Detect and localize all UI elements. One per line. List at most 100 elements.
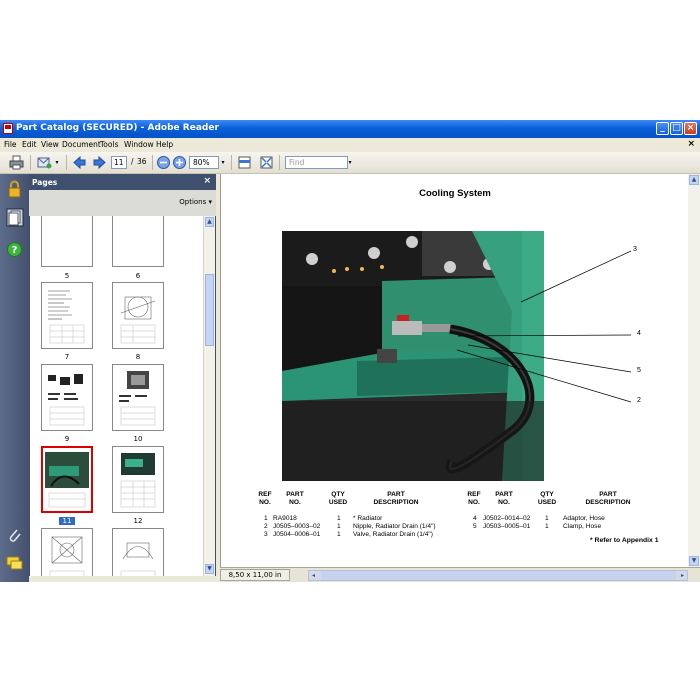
horizontal-scrollbar[interactable]: ◂ ▸ <box>308 570 688 581</box>
toolbar-separator <box>279 155 280 170</box>
page-thumbnail[interactable] <box>41 528 93 576</box>
row-ref: 1 <box>264 515 268 522</box>
page-thumbnail[interactable] <box>112 282 164 349</box>
fit-width-icon[interactable] <box>237 155 252 170</box>
chevron-down-icon[interactable]: ▾ <box>53 156 61 169</box>
thumbnail-content-14 <box>120 542 156 576</box>
zoom-level-input[interactable]: 80% <box>189 156 219 169</box>
row-ref: 2 <box>264 523 268 530</box>
page-thumbnail[interactable] <box>112 216 164 267</box>
toolbar: ▾ 11 / 36 80% ▾ Find ▾ <box>0 152 700 174</box>
next-page-icon[interactable] <box>92 155 107 170</box>
security-lock-icon[interactable] <box>5 180 24 199</box>
thumbnail-content-13 <box>49 536 85 576</box>
page-thumbnail[interactable] <box>41 282 93 349</box>
menu-file[interactable]: File <box>4 140 17 149</box>
print-icon[interactable] <box>9 155 24 170</box>
scroll-down-arrow-icon[interactable]: ▼ <box>689 556 699 566</box>
scroll-up-arrow-icon[interactable]: ▲ <box>205 217 214 227</box>
svg-text:?: ? <box>12 245 18 256</box>
toolbar-separator <box>231 155 232 170</box>
menu-help[interactable]: Help <box>156 140 173 149</box>
toolbar-separator <box>66 155 67 170</box>
options-menu-button[interactable]: Options ▾ <box>179 198 212 206</box>
adobe-reader-icon <box>3 123 13 134</box>
page-thumbnail[interactable] <box>112 364 164 431</box>
page-number-input[interactable]: 11 <box>111 156 127 169</box>
header-part-description: PART DESCRIPTION <box>585 491 631 506</box>
attachments-paperclip-icon[interactable] <box>5 526 24 545</box>
menu-edit[interactable]: Edit <box>22 140 37 149</box>
pages-options-bar: Options ▾ <box>29 190 216 216</box>
zoom-in-icon[interactable] <box>172 155 187 170</box>
thumbnail-label: 10 <box>133 435 143 443</box>
pages-panel: Pages × Options ▾ 5 6 7 8 9 10 11 12 ▲ ▼ <box>29 174 216 576</box>
row-description: * Radiator <box>353 515 383 522</box>
menu-document[interactable]: Document <box>62 140 101 149</box>
toolbar-separator <box>30 155 31 170</box>
find-input[interactable]: Find <box>285 156 348 169</box>
header-ref-no: REF NO. <box>467 491 481 506</box>
pages-panel-close-button[interactable]: × <box>203 176 211 186</box>
thumbnail-label: 8 <box>135 353 141 361</box>
row-part-no: RA9018 <box>273 515 297 522</box>
pages-panel-icon[interactable] <box>5 208 24 227</box>
thumbnails-scrollbar[interactable]: ▲ ▼ <box>203 216 215 576</box>
zoom-out-icon[interactable] <box>156 155 171 170</box>
row-qty: 1 <box>337 523 341 530</box>
thumbnail-content-12 <box>120 453 156 508</box>
header-qty-used: QTY USED <box>328 491 348 506</box>
scroll-up-arrow-icon[interactable]: ▲ <box>689 175 699 185</box>
document-scrollbar[interactable]: ▲ ▼ <box>688 174 700 567</box>
scroll-left-arrow-icon[interactable]: ◂ <box>309 571 318 580</box>
comments-icon[interactable] <box>5 554 24 573</box>
previous-page-icon[interactable] <box>72 155 87 170</box>
menu-view[interactable]: View <box>41 140 59 149</box>
maximize-button[interactable]: □ <box>670 122 683 135</box>
menu-tools[interactable]: Tools <box>100 140 118 149</box>
thumbnail-content-8 <box>120 296 156 344</box>
row-part-no: J0505–0003–02 <box>273 523 321 530</box>
thumbnail-content-11 <box>45 452 89 508</box>
scroll-right-arrow-icon[interactable]: ▸ <box>678 571 687 580</box>
row-description: Nipple, Radiator Drain (1/4") <box>353 523 436 530</box>
document-close-button[interactable]: × <box>687 139 695 149</box>
page-thumbnail[interactable] <box>112 528 164 576</box>
horizontal-scroll-thumb[interactable] <box>321 571 676 580</box>
row-qty: 1 <box>545 523 549 530</box>
fit-page-icon[interactable] <box>259 155 274 170</box>
chevron-down-icon[interactable]: ▾ <box>346 156 354 169</box>
row-description: Valve, Radiator Drain (1/4") <box>353 531 433 538</box>
pages-panel-title: Pages <box>32 178 58 187</box>
document-view: Cooling System 3 4 5 2 REF NO. PART NO. … <box>220 174 689 567</box>
email-document-icon[interactable] <box>37 155 52 170</box>
menu-bar: File Edit View Document Tools Window Hel… <box>0 138 700 152</box>
row-qty: 1 <box>337 515 341 522</box>
parts-table: REF NO. PART NO. QTY USED PART DESCRIPTI… <box>221 174 689 567</box>
thumbnails-scroll-thumb[interactable] <box>205 274 214 346</box>
row-qty: 1 <box>545 515 549 522</box>
header-part-no: PART NO. <box>286 491 304 506</box>
page-thumbnails-list: 5 6 7 8 9 10 11 12 <box>30 216 203 576</box>
close-button[interactable]: × <box>684 122 697 135</box>
thumbnail-content-9 <box>48 374 85 426</box>
row-ref: 3 <box>264 531 268 538</box>
scroll-down-arrow-icon[interactable]: ▼ <box>205 564 214 574</box>
page-thumbnail[interactable] <box>112 446 164 513</box>
appendix-footnote: * Refer to Appendix 1 <box>590 537 659 544</box>
header-ref-no: REF NO. <box>258 491 272 506</box>
chevron-down-icon[interactable]: ▾ <box>219 156 227 169</box>
row-part-no: J0504–0006–01 <box>273 531 321 538</box>
thumbnail-content-7 <box>48 290 85 344</box>
window-title: Part Catalog (SECURED) - Adobe Reader <box>16 123 219 133</box>
thumbnail-label-selected: 11 <box>59 517 75 525</box>
help-icon[interactable]: ? <box>5 240 24 259</box>
status-bar: 8,50 x 11,00 in ◂ ▸ <box>220 567 700 582</box>
page-thumbnail[interactable] <box>41 364 93 431</box>
menu-window[interactable]: Window <box>124 140 154 149</box>
row-description: Adaptor, Hose <box>563 515 605 522</box>
page-thumbnail-selected[interactable] <box>41 446 93 513</box>
pages-panel-header: Pages × <box>29 174 216 190</box>
page-thumbnail[interactable] <box>41 216 93 267</box>
minimize-button[interactable]: _ <box>656 122 669 135</box>
